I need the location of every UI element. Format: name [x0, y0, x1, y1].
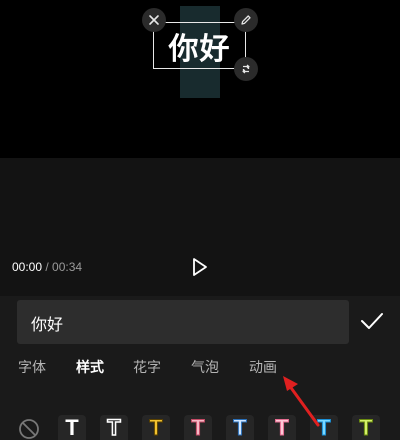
overlay-text[interactable]: 你好: [153, 22, 246, 69]
style-preset-glyph: T: [233, 415, 247, 440]
style-preset-tile[interactable]: T: [100, 415, 128, 440]
style-preset-glyph: T: [106, 415, 121, 440]
tab-font[interactable]: 字体: [18, 357, 46, 377]
style-preset-tile[interactable]: T: [352, 415, 380, 440]
tab-style[interactable]: 样式: [76, 357, 104, 377]
style-preset-glyph: T: [359, 415, 373, 440]
style-preset-glyph: T: [275, 415, 289, 440]
close-icon: [149, 15, 159, 25]
style-preset-tile[interactable]: T: [142, 415, 170, 440]
text-input-value[interactable]: 你好: [31, 311, 63, 335]
rotate-scale-handle[interactable]: [234, 57, 258, 81]
tab-animation[interactable]: 动画: [249, 357, 277, 377]
style-preset-tile[interactable]: T: [58, 415, 86, 440]
total-time: 00:34: [52, 260, 83, 274]
style-preset-glyph: T: [191, 415, 205, 440]
text-input-field[interactable]: [17, 300, 349, 344]
video-preview[interactable]: 你好: [0, 0, 400, 158]
style-tabs: 字体 样式 花字 气泡 动画: [0, 357, 400, 379]
style-presets-row: T T T T T T T T: [0, 405, 400, 440]
rotate-scale-icon: [242, 64, 250, 74]
confirm-button[interactable]: [359, 308, 385, 334]
playback-time: 00:00 / 00:34: [12, 260, 82, 274]
style-preset-tile[interactable]: T: [184, 415, 212, 440]
style-preset-tile[interactable]: T: [268, 415, 296, 440]
edit-text-handle[interactable]: [234, 8, 258, 32]
no-style-icon[interactable]: [18, 418, 40, 440]
checkmark-icon: [361, 313, 383, 329]
play-icon: [193, 258, 207, 276]
edit-pencil-icon: [241, 15, 251, 25]
tab-fancy-text[interactable]: 花字: [133, 357, 161, 377]
current-time: 00:00: [12, 260, 43, 274]
tab-bubble[interactable]: 气泡: [191, 357, 219, 377]
delete-text-handle[interactable]: [142, 8, 166, 32]
style-preset-tile[interactable]: T: [226, 415, 254, 440]
play-button[interactable]: [190, 256, 210, 278]
time-separator: /: [42, 260, 53, 274]
style-preset-glyph: T: [317, 415, 331, 440]
style-preset-glyph: T: [65, 415, 79, 440]
style-preset-tile[interactable]: T: [310, 415, 338, 440]
style-preset-glyph: T: [149, 415, 163, 440]
